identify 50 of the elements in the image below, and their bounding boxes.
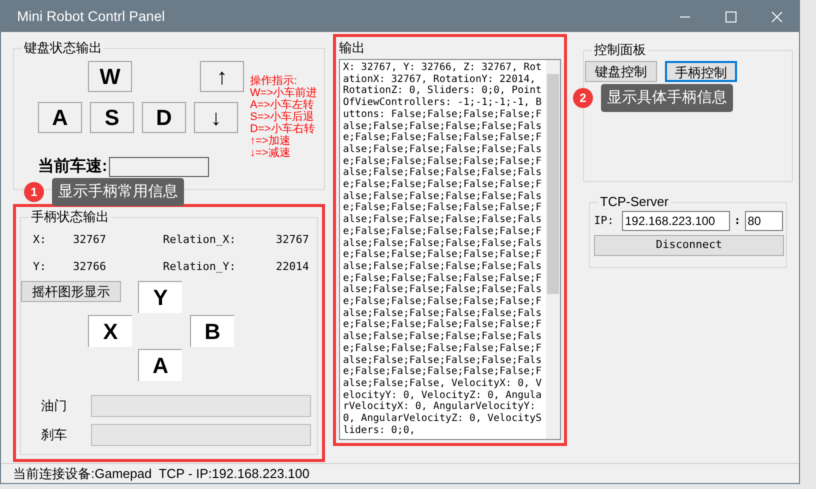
group-title: 控制面板 (592, 42, 648, 58)
status-text: 当前连接设备:Gamepad TCP - IP:192.168.223.100 (13, 464, 310, 483)
key-button[interactable]: D (142, 102, 186, 133)
key-button[interactable]: A (138, 349, 182, 381)
port-field[interactable]: 80 (744, 211, 783, 231)
relation-label: Relation_Y: (163, 258, 237, 275)
speed-label: 当前车速: (38, 156, 108, 177)
mode-tab[interactable]: 手柄控制 (665, 61, 737, 82)
ip-label: IP: (594, 212, 615, 229)
instruction-text: W=>小车前进 (250, 87, 318, 99)
close-icon[interactable] (771, 10, 783, 22)
relation-value: 22014 (274, 258, 309, 274)
info-tooltip: 显示具体手柄信息 (601, 84, 733, 112)
window-title: Mini Robot Contrl Panel (16, 7, 166, 26)
relation-value: 32767 (274, 232, 309, 248)
instruction-text: D=>小车右转 (250, 123, 316, 135)
axis-label: X: (33, 232, 48, 248)
disconnect-button[interactable]: Disconnect (594, 235, 784, 256)
port-separator: : (734, 212, 741, 229)
key-button[interactable]: Y (138, 281, 182, 313)
key-button[interactable]: X (88, 315, 132, 347)
key-button[interactable]: A (38, 102, 82, 133)
group-title: 键盘状态输出 (22, 40, 104, 56)
key-button[interactable]: ↑ (200, 61, 244, 92)
axis-value: 32767 (73, 232, 108, 248)
maximize-icon[interactable] (725, 10, 737, 22)
instruction-text: ↑=>加速 (250, 135, 292, 147)
instruction-text: ↓=>减速 (250, 147, 292, 159)
scroll-bar[interactable] (546, 60, 560, 439)
instruction-text: A=>小车左转 (250, 99, 316, 111)
bar-label: 刹车 (41, 426, 68, 444)
ip-field[interactable]: 192.168.223.100 (622, 211, 730, 231)
instruction-text: S=>小车后退 (250, 111, 316, 123)
speed-field[interactable] (109, 157, 210, 177)
axis-value: 32766 (73, 258, 108, 274)
group-title: 手柄状态输出 (29, 209, 111, 225)
axis-label: Y: (33, 258, 48, 274)
key-button[interactable]: ↓ (194, 102, 238, 133)
instruction-text: 操作指示: (250, 75, 298, 87)
stick-display-button[interactable]: 摇杆图形显示 (21, 281, 121, 302)
relation-label: Relation_X: (163, 232, 237, 248)
key-button[interactable]: W (88, 61, 132, 92)
key-button[interactable]: B (190, 315, 234, 347)
output-text: X: 32767, Y: 32766, Z: 32767, RotationX: 32767, RotationY: 22014, RotationZ: 0, Sliders: 0;0, PointOfViewControllers: -1;-1;-1;-1, Buttons: False;False;False;False;False;False;False;False;False;False;False;False;False;False;False;False;False;False;False;False;False;False;False;False;False;False;False;False;False;False;False;False;False;False;False;False;False;False;False;False;False;False;False;False;False;False;False;False;False;False;False;False;False;False;False;False;False;False;False;False;False;False;False;False;False;False;False;False;False;False;False;False;False;False;False;False;False;False;False;False;False;False;False;False;False;False;False;False;False;False;False;False;False;False;False;False;False;False;False;False;False;False;False;False;False;False;False;False;False;False;False;False;False;False;False;False;False;False;False;False;False;False;False;False;False;False;False;False, VelocityX: 0, VelocityY: 0, VelocityZ: 0, AngularVelocityX: 0, AngularVelocityY: 0, AngularVelocityZ: 0, VelocitySliders: 0;0, (342, 61, 543, 438)
info-tooltip: 显示手柄常用信息 (52, 178, 184, 206)
bar-label: 油门 (41, 397, 68, 416)
output-title: 输出 (339, 41, 366, 55)
key-button[interactable]: S (90, 102, 134, 133)
mode-tab[interactable]: 键盘控制 (585, 61, 657, 82)
scroll-thumb[interactable] (547, 74, 560, 294)
